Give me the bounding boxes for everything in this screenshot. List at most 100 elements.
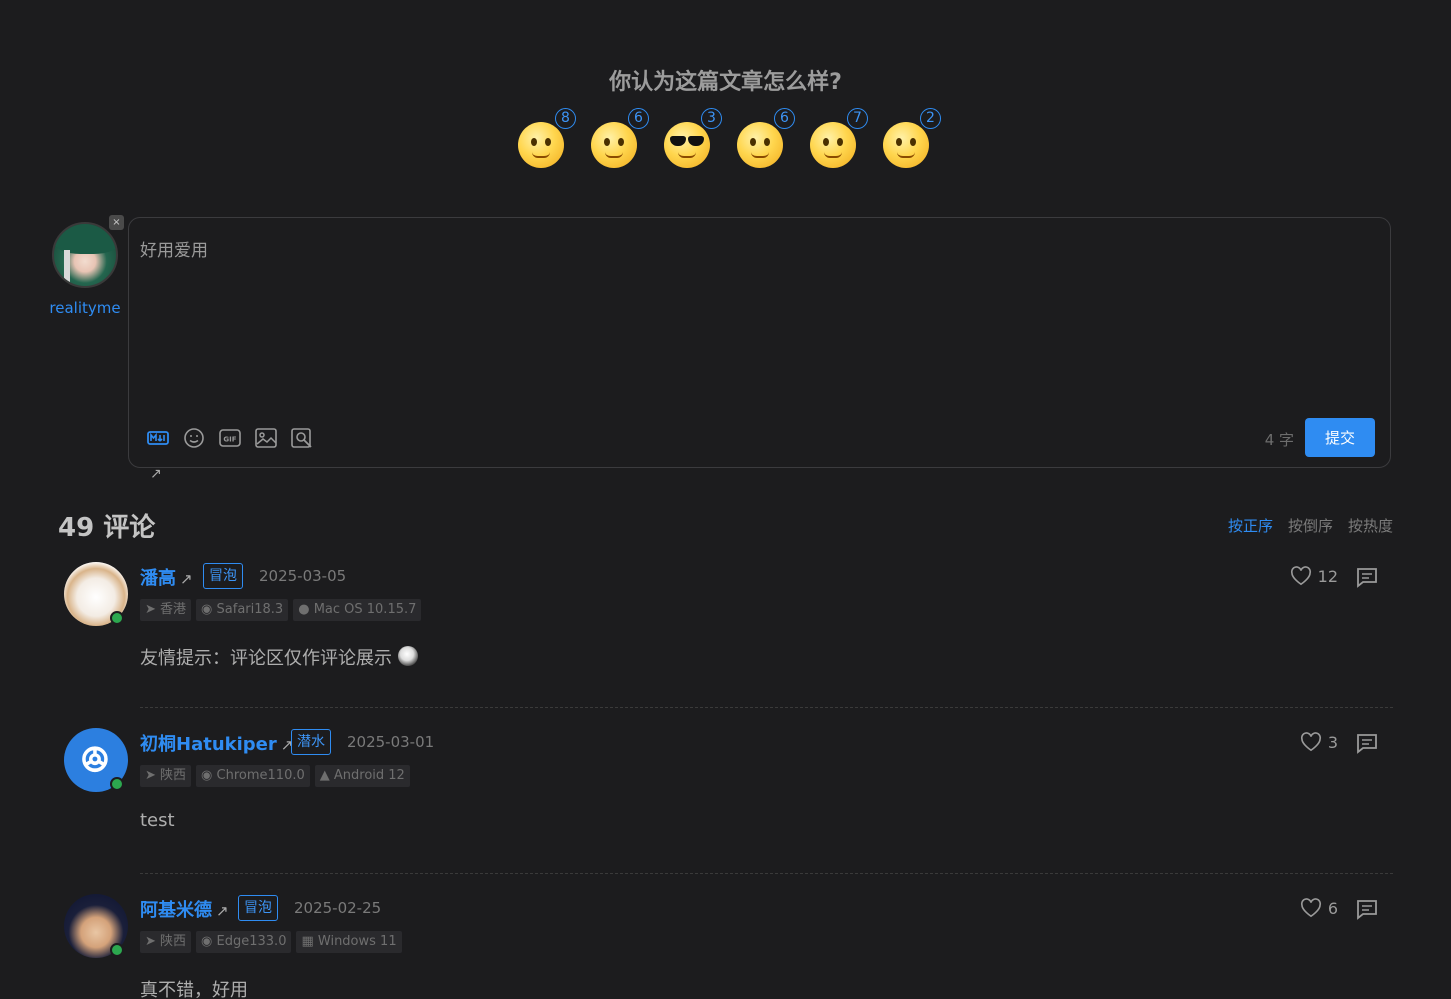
heart-icon	[1290, 566, 1311, 586]
comment-date: 2025-03-05	[259, 567, 347, 585]
browser-text: Safari18.3	[216, 602, 284, 617]
reaction-count: 7	[847, 108, 868, 129]
location-icon: ➤	[145, 602, 161, 617]
sleepy-face-icon	[883, 122, 929, 168]
user-level-badge: 冒泡	[203, 563, 243, 589]
browser-icon: ◉	[201, 602, 217, 617]
comment-avatar-wrap: ꔮ	[61, 728, 129, 796]
comment-item: 阿基米德 ↗ 冒泡 2025-02-25 ➤ 陕西 ◉ Edge133.0 ▦ W…	[58, 894, 1393, 999]
logout-close-icon[interactable]: ×	[109, 215, 124, 230]
preview-icon[interactable]	[290, 426, 314, 450]
external-link-icon: ↗	[216, 902, 229, 920]
comment-avatar-wrap	[61, 562, 129, 630]
like-count: 12	[1317, 566, 1338, 586]
gif-icon[interactable]: GIF	[218, 426, 242, 450]
location-text: 陕西	[160, 768, 187, 783]
emoji-icon[interactable]	[182, 426, 206, 450]
markdown-help-link[interactable]: ↗	[150, 466, 162, 482]
os-icon: ●	[298, 602, 314, 617]
windows-icon: ▦	[301, 934, 318, 949]
divider	[140, 873, 1393, 874]
os-text: Android 12	[333, 768, 405, 783]
editor-toolbar: GIF	[146, 426, 314, 450]
reaction-angry-face[interactable]: 8	[514, 108, 576, 170]
comment-author[interactable]: 阿基米德 ↗	[140, 896, 229, 922]
like-button[interactable]: 3	[1300, 732, 1338, 752]
like-button[interactable]: 6	[1300, 898, 1338, 918]
reaction-count: 2	[920, 108, 941, 129]
reply-button[interactable]	[1355, 566, 1379, 588]
sort-ascending-tab[interactable]: 按正序	[1228, 515, 1273, 536]
reaction-count: 3	[701, 108, 722, 129]
heart-icon	[1300, 732, 1321, 752]
divider	[140, 707, 1393, 708]
hug-face-icon	[591, 122, 637, 168]
comment-meta: ➤ 陕西 ◉ Edge133.0 ▦ Windows 11	[140, 931, 402, 953]
svg-text:GIF: GIF	[223, 436, 236, 444]
submit-button[interactable]: 提交	[1305, 418, 1375, 457]
markdown-icon[interactable]	[146, 426, 170, 450]
comments-count: 49 评论	[58, 513, 156, 543]
author-name: 初桐Hatukiper	[140, 734, 277, 755]
author-name: 阿基米德	[140, 900, 212, 921]
comment-avatar-wrap	[61, 894, 129, 962]
reply-icon	[1357, 734, 1377, 754]
sort-tabs: 按正序 按倒序 按热度	[1228, 515, 1393, 536]
os-text: Mac OS 10.15.7	[313, 602, 417, 617]
browser-chip: ◉ Safari18.3	[196, 599, 289, 621]
location-chip: ➤ 陕西	[140, 931, 192, 953]
reaction-speechless-face[interactable]: 7	[806, 108, 868, 170]
browser-chip: ◉ Edge133.0	[196, 931, 292, 953]
comment-text: 友情提示：评论区仅作评论展示	[140, 644, 418, 670]
os-chip: ▲ Android 12	[314, 765, 410, 787]
reaction-shy-face[interactable]: 6	[733, 108, 795, 170]
sort-popular-tab[interactable]: 按热度	[1348, 515, 1393, 536]
reply-button[interactable]	[1355, 732, 1379, 754]
location-text: 陕西	[160, 934, 187, 949]
reply-icon	[1357, 900, 1377, 920]
image-icon[interactable]	[254, 426, 278, 450]
android-icon: ▲	[319, 768, 334, 783]
speechless-face-icon	[810, 122, 856, 168]
comment-item: ꔮ 初桐Hatukiper ↗ 潜水 2025-03-01 ➤ 陕西 ◉ Chro…	[58, 728, 1393, 874]
external-link-icon: ↗	[180, 570, 193, 588]
reaction-count: 6	[774, 108, 795, 129]
user-level-badge: 潜水	[291, 729, 331, 755]
reaction-list: 8 6 3 6 7 2	[514, 108, 941, 170]
heart-icon	[1300, 898, 1321, 918]
browser-chip: ◉ Chrome110.0	[196, 765, 310, 787]
avatar-detail	[64, 250, 70, 286]
current-username[interactable]: realityme	[40, 299, 130, 317]
reaction-cool-face[interactable]: 3	[660, 108, 722, 170]
comment-author[interactable]: 初桐Hatukiper ↗	[140, 730, 293, 756]
avatar-logo: ꔮ	[80, 738, 110, 782]
reaction-count: 6	[628, 108, 649, 129]
like-button[interactable]: 12	[1290, 566, 1338, 586]
reaction-hug-face[interactable]: 6	[587, 108, 649, 170]
comment-date: 2025-02-25	[294, 899, 382, 917]
location-chip: ➤ 香港	[140, 599, 192, 621]
comment-input[interactable]: 好用爱用	[140, 236, 1370, 416]
like-count: 6	[1327, 898, 1338, 918]
browser-icon: ◉	[201, 768, 217, 783]
verified-icon	[110, 611, 124, 625]
comment-meta: ➤ 陕西 ◉ Chrome110.0 ▲ Android 12	[140, 765, 410, 787]
browser-icon: ◉	[201, 934, 217, 949]
like-count: 3	[1327, 732, 1338, 752]
location-icon: ➤	[145, 934, 161, 949]
avatar[interactable]	[52, 222, 118, 288]
user-level-badge: 冒泡	[238, 895, 278, 921]
reaction-title: 你认为这篇文章怎么样?	[609, 70, 842, 95]
comment-text: 真不错，好用	[140, 980, 248, 999]
reaction-sleepy-face[interactable]: 2	[879, 108, 941, 170]
reaction-count: 8	[555, 108, 576, 129]
reply-button[interactable]	[1355, 898, 1379, 920]
sort-descending-tab[interactable]: 按倒序	[1288, 515, 1333, 536]
sticker-icon	[397, 646, 418, 666]
comment-author[interactable]: 潘高 ↗	[140, 564, 193, 590]
location-icon: ➤	[145, 768, 161, 783]
location-chip: ➤ 陕西	[140, 765, 192, 787]
author-name: 潘高	[140, 568, 176, 589]
comment-meta: ➤ 香港 ◉ Safari18.3 ● Mac OS 10.15.7	[140, 599, 422, 621]
comment-date: 2025-03-01	[347, 733, 435, 751]
